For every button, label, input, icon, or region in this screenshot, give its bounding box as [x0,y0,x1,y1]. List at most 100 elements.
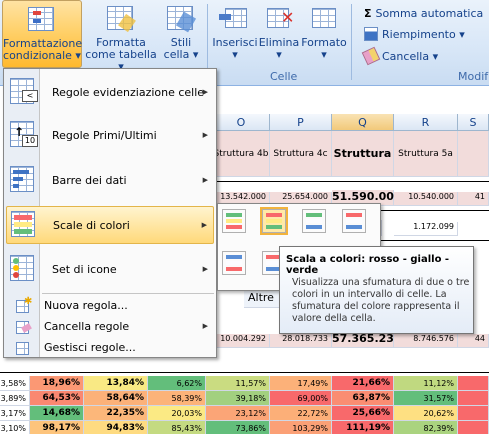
submenu-arrow-icon: ▶ [202,265,208,273]
percent-cell[interactable]: 3,58% [0,376,30,391]
percent-cell[interactable]: 20,62% [394,406,458,421]
header-cell[interactable]: Struttura 4b [213,131,270,177]
percent-cell[interactable]: 14,68% [30,406,84,421]
color-scale-red-yellow-green[interactable] [260,207,288,235]
menu-item-cancella-regole[interactable]: Cancella regole ▶ [6,317,214,337]
percent-cell[interactable]: 69,00% [270,391,332,406]
percent-cell[interactable]: 18,96% [30,376,84,391]
chevron-down-icon: ▾ [321,48,327,61]
percent-cell[interactable] [458,391,489,406]
table-cell[interactable]: 57.365.235 [332,332,402,348]
percent-cell[interactable]: 82,39% [394,421,458,434]
chevron-down-icon: ▾ [432,50,439,63]
percent-cell[interactable]: 17,49% [270,376,332,391]
submenu-arrow-icon: ▶ [202,131,208,139]
percent-cell[interactable]: 3,10% [0,421,30,434]
percent-cell[interactable] [458,406,489,421]
percent-cell[interactable] [458,376,489,391]
formattazione-label-2: condizionale [3,49,72,62]
percent-cell[interactable]: 111,19% [332,421,394,434]
icon-sets-icon [10,255,40,285]
delete-cells-icon: ✕ [263,4,295,34]
row-divider [381,240,489,241]
header-cell[interactable]: Struttura 5 [332,131,394,206]
header-cell[interactable]: Struttura 4c [270,131,332,177]
menu-item-nuova-regola[interactable]: ✱ Nuova regola... [6,296,214,316]
header-cell[interactable]: Struttura 5a [394,131,458,177]
percent-cell[interactable]: 20,03% [148,406,206,421]
percent-cell[interactable]: 73,86% [206,421,270,434]
percent-cell[interactable]: 3,17% [0,406,30,421]
percent-cell[interactable]: 6,62% [148,376,206,391]
column-header-o[interactable]: O [213,114,270,131]
menu-item-scale-di-colori[interactable]: Scale di colori ▶ [6,206,214,244]
table-cell[interactable]: 41 [458,192,489,206]
percent-cell[interactable]: 94,83% [84,421,148,434]
percent-cell[interactable]: 63,87% [332,391,394,406]
percent-cell[interactable]: 31,57% [394,391,458,406]
menu-item-barre-dei-dati[interactable]: Barre dei dati ▶ [6,163,214,199]
stili-cella-button[interactable]: Stili cella ▾ [158,0,204,68]
percent-cell[interactable]: 58,64% [84,391,148,406]
menu-item-set-di-icone[interactable]: Set di icone ▶ [6,252,214,288]
column-header-q[interactable]: Q [332,114,394,131]
column-header-r[interactable]: R [394,114,458,131]
color-scale-red-white-green[interactable] [342,209,366,233]
riempimento-button[interactable]: Riempimento ▾ [364,26,465,44]
riempimento-label: Riempimento [382,28,456,41]
submenu-arrow-icon: ▶ [202,322,208,330]
percent-cell[interactable]: 13,84% [84,376,148,391]
column-header-p[interactable]: P [270,114,332,131]
row-divider [0,372,489,373]
percent-cell[interactable]: 23,12% [206,406,270,421]
menu-item-label: Barre dei dati [52,174,127,187]
cancella-button[interactable]: Cancella ▾ [361,46,439,66]
formato-button[interactable]: Formato ▾ [300,0,348,62]
percent-cell[interactable]: 21,66% [332,376,394,391]
submenu-arrow-icon: ▶ [202,88,208,96]
menu-item-regole-primi-ultimi[interactable]: ↑ 10 Regole Primi/Ultimi ▶ [6,118,214,154]
percent-cell[interactable]: 64,53% [30,391,84,406]
conditional-formatting-menu: < Regole evidenziazione celle ▶ ↑ 10 Reg… [3,68,217,358]
table-cell[interactable]: 44 [458,334,489,348]
percent-cell[interactable]: 58,39% [148,391,206,406]
header-cell[interactable] [458,131,489,177]
menu-item-gestisci-regole[interactable]: Gestisci regole... [6,338,214,358]
percent-cell[interactable]: 3,89% [0,391,30,406]
table-cell[interactable]: 1.172.099 [394,222,458,236]
percent-cell[interactable]: 25,66% [332,406,394,421]
percent-cell[interactable]: 85,43% [148,421,206,434]
percent-cell[interactable]: 22,72% [270,406,332,421]
inserisci-button[interactable]: Inserisci ▾ [212,0,258,62]
menu-item-label: Scale di colori [53,219,130,232]
percent-cell[interactable]: 103,29% [270,421,332,434]
formatta-come-tabella-button[interactable]: Formatta come tabella ▾ [84,0,158,73]
menu-item-regole-evidenziazione[interactable]: < Regole evidenziazione celle ▶ [6,75,214,111]
elimina-button[interactable]: ✕ Elimina ▾ [258,0,300,62]
table-cell[interactable]: 10.540.000 [394,192,458,206]
table-cell[interactable]: 28.018.733 [270,334,332,348]
percent-cell[interactable]: 11,12% [394,376,458,391]
cell-styles-icon [165,4,197,34]
menu-item-label: Cancella regole [44,320,130,333]
percent-cell[interactable]: 11,57% [206,376,270,391]
percent-cell[interactable]: 98,17% [30,421,84,434]
menu-item-label: Regole Primi/Ultimi [52,129,157,142]
formattazione-condizionale-button[interactable]: Formattazione condizionale ▾ [2,0,82,68]
percent-cell[interactable]: 22,35% [84,406,148,421]
color-scale-green-yellow-red[interactable] [222,209,246,233]
altre-cell[interactable]: Altre [244,288,280,308]
percent-cell[interactable] [458,421,489,434]
somma-automatica-button[interactable]: ΣSomma automatica ▾ [364,5,489,38]
row-divider [381,210,489,211]
altre-label: Altre [248,291,274,304]
tooltip-text: Visualizza una sfumatura di due o tre co… [292,277,470,324]
color-scale-blue-white-red[interactable] [222,251,246,275]
chevron-down-icon: ▾ [75,49,81,62]
percent-cell[interactable]: 39,18% [206,391,270,406]
table-cell[interactable]: 8.746.576 [394,334,458,348]
table-cell[interactable]: 10.004.292 [213,334,270,348]
column-header-s[interactable]: S [458,114,489,131]
color-scale-green-white-red[interactable] [302,209,326,233]
submenu-arrow-icon: ▶ [201,221,207,229]
